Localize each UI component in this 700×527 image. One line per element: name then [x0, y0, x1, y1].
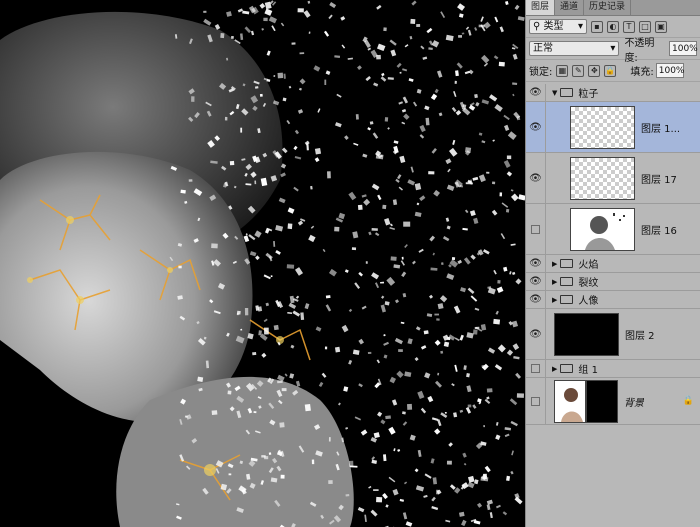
layer-group-fire[interactable]: 👁 ▶ 火焰 [526, 255, 700, 273]
layer-group-particles[interactable]: 👁 ▼ 粒子 [526, 84, 700, 102]
tab-history[interactable]: 历史记录 [584, 0, 632, 15]
lock-transparent-icon[interactable]: ▦ [556, 64, 569, 77]
expand-triangle-icon[interactable]: ▶ [552, 296, 557, 304]
lock-paint-icon[interactable]: ✎ [572, 64, 585, 77]
visibility-eye-icon[interactable]: 👁 [526, 102, 546, 152]
layer-group-group1[interactable]: ▶ 组 1 [526, 360, 700, 378]
filter-row: ⚲ 类型 ▾ ▪ ◐ T □ ▣ [526, 16, 700, 38]
layer-name: 火焰 [578, 260, 599, 271]
chevron-down-icon: ▾ [577, 21, 583, 32]
fill-label: 填充: [630, 67, 654, 78]
layer-name: 图层 1... [641, 123, 681, 135]
lock-icon: 🔒 [682, 396, 694, 406]
text-filter-icon[interactable]: T [623, 20, 635, 33]
panel-tabs: 图层 通道 历史记录 [526, 0, 700, 16]
expand-triangle-icon[interactable]: ▶ [552, 278, 557, 286]
visibility-eye-icon[interactable]: 👁 [526, 309, 546, 359]
chevron-down-icon: ▾ [610, 43, 616, 54]
lock-move-icon[interactable]: ✥ [588, 64, 601, 77]
layer-name: 组 1 [578, 365, 598, 376]
layer-group-portrait[interactable]: 👁 ▶ 人像 [526, 291, 700, 309]
filter-kind-select[interactable]: ⚲ 类型 ▾ [529, 19, 587, 34]
document-canvas[interactable] [0, 0, 525, 527]
layer-row-background[interactable]: 背景 🔒 [526, 378, 700, 425]
expand-triangle-icon[interactable]: ▶ [552, 260, 557, 268]
layer-name: 图层 2 [625, 330, 655, 342]
layer-thumbnail [554, 312, 619, 356]
layer-row-selected[interactable]: 👁 图层 1... [526, 102, 700, 153]
folder-icon [560, 277, 574, 286]
visibility-eye-icon[interactable]: 👁 [526, 273, 546, 290]
image-filter-icon[interactable]: ▪ [591, 20, 603, 33]
layer-thumbnail [570, 207, 635, 251]
blend-mode-value: 正常 [533, 43, 553, 54]
layer-thumbnail [570, 105, 635, 149]
visibility-toggle[interactable] [526, 360, 546, 377]
layer-row[interactable]: 👁 图层 17 [526, 153, 700, 204]
opacity-label: 不透明度: [624, 37, 655, 64]
fill-input[interactable]: 100% [655, 63, 684, 78]
layer-mask-thumbnail [586, 379, 618, 423]
adjustment-filter-icon[interactable]: ◐ [607, 20, 619, 33]
lock-all-icon[interactable]: 🔒 [604, 64, 617, 77]
layer-name: 图层 16 [641, 225, 677, 237]
layer-thumbnail [554, 379, 586, 423]
shape-filter-icon[interactable]: □ [639, 20, 651, 33]
layer-name: 图层 17 [641, 174, 677, 186]
folder-icon [560, 259, 574, 268]
layers-panel: 图层 通道 历史记录 ⚲ 类型 ▾ ▪ ◐ T □ ▣ 正常 ▾ 不透明度: 1… [525, 0, 700, 527]
layer-name: 背景 [624, 397, 644, 409]
layer-name: 裂纹 [578, 278, 599, 289]
folder-icon [560, 295, 574, 304]
visibility-eye-icon[interactable]: 👁 [526, 84, 546, 101]
tab-layers[interactable]: 图层 [526, 0, 556, 15]
expand-triangle-icon[interactable]: ▶ [552, 365, 557, 373]
visibility-toggle[interactable] [526, 378, 546, 424]
layer-row[interactable]: 图层 16 [526, 204, 700, 255]
visibility-toggle[interactable] [526, 204, 546, 254]
expand-triangle-icon[interactable]: ▼ [552, 89, 557, 97]
lock-row: 锁定: ▦ ✎ ✥ 🔒 填充: 100% [526, 60, 700, 82]
layer-row[interactable]: 👁 图层 2 [526, 309, 700, 360]
blend-mode-select[interactable]: 正常 ▾ [529, 41, 620, 56]
smart-object-filter-icon[interactable]: ▣ [655, 20, 667, 33]
tab-channels[interactable]: 通道 [555, 0, 585, 15]
blend-row: 正常 ▾ 不透明度: 100% [526, 38, 700, 64]
search-icon: ⚲ [533, 21, 541, 32]
layer-group-cracks[interactable]: 👁 ▶ 裂纹 [526, 273, 700, 291]
layer-list: 👁 ▼ 粒子 👁 图层 1... 👁 图层 17 图层 16 👁 ▶ 火焰 👁 … [526, 84, 700, 527]
visibility-eye-icon[interactable]: 👁 [526, 255, 546, 272]
layer-thumbnail [570, 156, 635, 200]
visibility-eye-icon[interactable]: 👁 [526, 291, 546, 308]
artwork-image [0, 0, 525, 527]
layer-name: 粒子 [578, 89, 599, 100]
folder-icon [560, 364, 574, 373]
visibility-eye-icon[interactable]: 👁 [526, 153, 546, 203]
folder-icon [560, 88, 574, 97]
opacity-input[interactable]: 100% [669, 41, 698, 56]
filter-kind-label: 类型 [543, 21, 564, 32]
lock-label: 锁定: [529, 67, 553, 78]
layer-name: 人像 [578, 296, 599, 307]
